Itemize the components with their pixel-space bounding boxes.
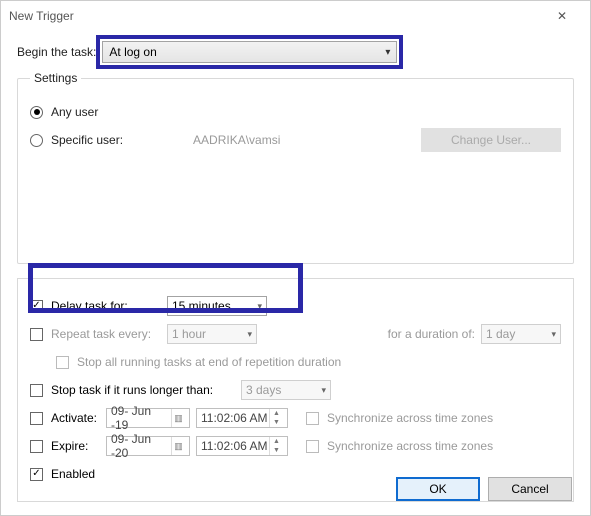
stop-repetition-label: Stop all running tasks at end of repetit…: [77, 355, 341, 369]
activate-label: Activate:: [51, 411, 106, 425]
expire-label: Expire:: [51, 439, 106, 453]
stop-repetition-checkbox: [56, 356, 69, 369]
specific-user-label: Specific user:: [51, 133, 123, 147]
spinner-icon: ▲▼: [269, 437, 283, 455]
titlebar: New Trigger ✕: [1, 1, 590, 31]
any-user-radio[interactable]: [30, 106, 43, 119]
close-button[interactable]: ✕: [542, 2, 582, 30]
window-title: New Trigger: [9, 9, 542, 23]
expire-checkbox[interactable]: [30, 440, 43, 453]
repeat-task-dropdown: 1 hour ▾: [167, 324, 257, 344]
expire-sync-checkbox: [306, 440, 319, 453]
delay-task-checkbox[interactable]: [30, 300, 43, 313]
activate-time-picker[interactable]: 11:02:06 AM ▲▼: [196, 408, 288, 428]
chevron-down-icon: ▾: [551, 329, 556, 340]
advanced-settings-group: Delay task for: 15 minutes ▾ Repeat task…: [17, 278, 574, 502]
begin-task-value: At log on: [109, 45, 156, 59]
change-user-button: Change User...: [421, 128, 561, 152]
settings-group: Settings Any user Specific user: AADRIKA…: [17, 71, 574, 264]
activate-sync-label: Synchronize across time zones: [327, 411, 493, 425]
expire-sync-label: Synchronize across time zones: [327, 439, 493, 453]
stop-long-label: Stop task if it runs longer than:: [51, 383, 241, 397]
activate-date-picker[interactable]: 09- Jun -19 ▥: [106, 408, 190, 428]
repeat-task-checkbox[interactable]: [30, 328, 43, 341]
repeat-duration-label: for a duration of:: [388, 327, 475, 341]
dialog-new-trigger: New Trigger ✕ Begin the task: At log on …: [0, 0, 591, 516]
repeat-task-label: Repeat task every:: [51, 327, 161, 341]
activate-sync-checkbox: [306, 412, 319, 425]
repeat-duration-dropdown: 1 day ▾: [481, 324, 561, 344]
specific-user-value: AADRIKA\vamsi: [193, 133, 343, 147]
chevron-down-icon: ▾: [385, 47, 390, 58]
calendar-icon: ▥: [171, 437, 185, 455]
expire-date-picker[interactable]: 09- Jun -20 ▥: [106, 436, 190, 456]
expire-time-picker[interactable]: 11:02:06 AM ▲▼: [196, 436, 288, 456]
chevron-down-icon: ▾: [321, 385, 326, 396]
settings-legend: Settings: [30, 71, 81, 85]
dialog-footer: OK Cancel: [396, 477, 572, 501]
enabled-checkbox[interactable]: [30, 468, 43, 481]
specific-user-radio[interactable]: [30, 134, 43, 147]
delay-task-label: Delay task for:: [51, 299, 161, 313]
begin-task-dropdown[interactable]: At log on ▾: [102, 41, 397, 63]
stop-long-checkbox[interactable]: [30, 384, 43, 397]
close-icon: ✕: [557, 9, 567, 23]
stop-long-dropdown: 3 days ▾: [241, 380, 331, 400]
any-user-label: Any user: [51, 105, 98, 119]
calendar-icon: ▥: [171, 409, 185, 427]
begin-task-label: Begin the task:: [17, 45, 96, 59]
spinner-icon: ▲▼: [269, 409, 283, 427]
chevron-down-icon: ▾: [257, 301, 262, 312]
activate-checkbox[interactable]: [30, 412, 43, 425]
delay-task-dropdown[interactable]: 15 minutes ▾: [167, 296, 267, 316]
enabled-label: Enabled: [51, 467, 95, 481]
cancel-button[interactable]: Cancel: [488, 477, 572, 501]
chevron-down-icon: ▾: [247, 329, 252, 340]
ok-button[interactable]: OK: [396, 477, 480, 501]
